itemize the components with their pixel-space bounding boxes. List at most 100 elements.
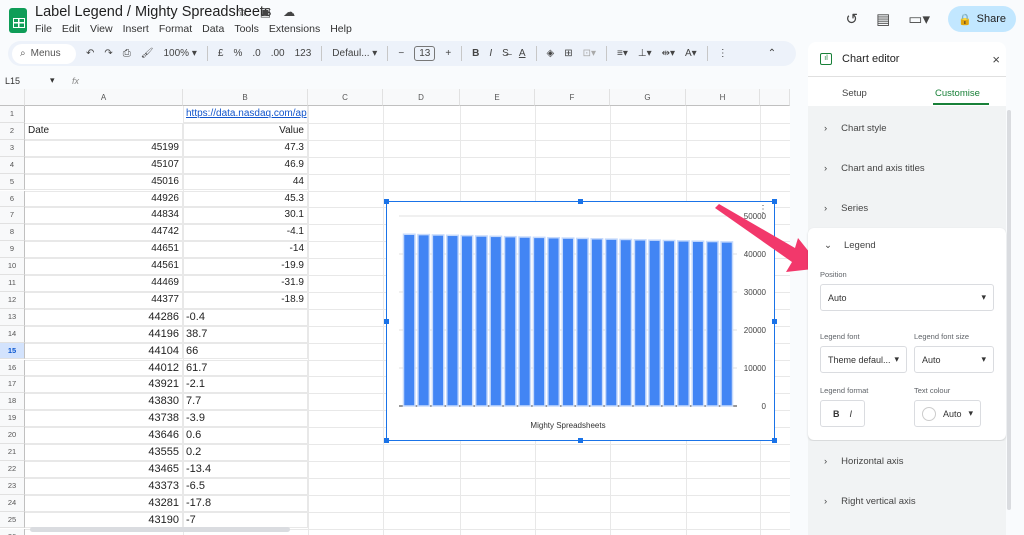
row-header[interactable]: 24: [0, 494, 25, 512]
name-box[interactable]: L15: [5, 76, 20, 86]
cell[interactable]: 47.3: [183, 139, 308, 157]
cell[interactable]: Date: [25, 122, 183, 140]
horizontal-scrollbar[interactable]: [30, 527, 290, 532]
row-header[interactable]: 13: [0, 308, 25, 326]
column-header[interactable]: A: [25, 89, 183, 106]
column-header[interactable]: G: [610, 89, 686, 106]
cell[interactable]: 38.7: [183, 325, 308, 343]
panel-scrollbar[interactable]: [1007, 110, 1011, 510]
cell[interactable]: 45016: [25, 173, 183, 191]
increase-decimal-button[interactable]: .00: [271, 48, 285, 59]
cell[interactable]: 44651: [25, 241, 183, 259]
cell[interactable]: 43281: [25, 494, 183, 512]
italic-button[interactable]: I: [489, 48, 492, 59]
percent-button[interactable]: %: [233, 48, 242, 59]
more-icon[interactable]: ⋮: [718, 48, 728, 59]
legend-font-select[interactable]: Theme defaul... ▾: [820, 346, 907, 373]
row-header[interactable]: 14: [0, 325, 25, 343]
close-icon[interactable]: ×: [992, 52, 1000, 67]
menu-view[interactable]: View: [90, 23, 113, 35]
row-header[interactable]: 16: [0, 359, 25, 377]
row-header[interactable]: 8: [0, 224, 25, 242]
fill-color-icon[interactable]: ◈: [547, 48, 555, 59]
column-header[interactable]: D: [383, 89, 460, 106]
redo-icon[interactable]: ↷: [104, 48, 112, 59]
cell[interactable]: 0.2: [183, 444, 308, 461]
text-color-icon[interactable]: A: [519, 48, 526, 59]
font-size-increase[interactable]: +: [445, 48, 451, 59]
row-header[interactable]: 2: [0, 122, 25, 140]
cell[interactable]: -6.5: [183, 477, 308, 495]
select-all-corner[interactable]: [0, 89, 25, 106]
row-header[interactable]: 25: [0, 511, 25, 529]
document-title[interactable]: Label Legend / Mighty Spreadsheets: [35, 4, 271, 20]
row-header[interactable]: 15: [0, 342, 25, 360]
column-header[interactable]: B: [183, 89, 308, 106]
cell[interactable]: 45107: [25, 156, 183, 174]
cell[interactable]: 43738: [25, 410, 183, 428]
resize-handle[interactable]: [578, 199, 583, 204]
meet-icon[interactable]: ▭▾: [908, 10, 930, 28]
row-header[interactable]: 20: [0, 427, 25, 444]
decrease-decimal-button[interactable]: .0: [252, 48, 260, 59]
column-header[interactable]: [760, 89, 790, 106]
cell[interactable]: 61.7: [183, 359, 308, 377]
cell[interactable]: 45.3: [183, 190, 308, 208]
cell[interactable]: Value: [183, 122, 308, 140]
resize-handle[interactable]: [384, 319, 389, 324]
menu-format[interactable]: Format: [159, 23, 192, 35]
section-series[interactable]: › Series: [808, 188, 1006, 228]
bold-button[interactable]: B: [472, 48, 479, 59]
collapse-toolbar-icon[interactable]: ⌃: [768, 48, 776, 59]
sheets-logo[interactable]: [9, 8, 27, 33]
cloud-status-icon[interactable]: ☁: [283, 5, 295, 19]
font-select[interactable]: Defaul... ▾: [332, 48, 377, 59]
cell[interactable]: -2.1: [183, 376, 308, 394]
cell[interactable]: 43921: [25, 376, 183, 394]
row-header[interactable]: 11: [0, 275, 25, 292]
menu-insert[interactable]: Insert: [123, 23, 149, 35]
menu-extensions[interactable]: Extensions: [269, 23, 320, 35]
resize-handle[interactable]: [384, 438, 389, 443]
number-format-button[interactable]: 123: [295, 48, 312, 59]
cell[interactable]: 44196: [25, 325, 183, 343]
text-colour-select[interactable]: Auto ▾: [914, 400, 981, 427]
row-header[interactable]: 9: [0, 241, 25, 259]
column-header[interactable]: F: [535, 89, 610, 106]
cell[interactable]: 44012: [25, 359, 183, 377]
search-menus[interactable]: ⌕ Menus: [12, 43, 76, 64]
cell[interactable]: -18.9: [183, 291, 308, 309]
column-header[interactable]: E: [460, 89, 535, 106]
row-header[interactable]: 10: [0, 258, 25, 275]
strikethrough-icon[interactable]: S̶: [502, 48, 509, 59]
share-button[interactable]: 🔒 Share: [948, 6, 1016, 32]
cell[interactable]: 43646: [25, 427, 183, 444]
menu-edit[interactable]: Edit: [62, 23, 80, 35]
menu-file[interactable]: File: [35, 23, 52, 35]
cell[interactable]: 30.1: [183, 207, 308, 225]
legend-font-size-select[interactable]: Auto ▾: [914, 346, 994, 373]
section-chart-style[interactable]: › Chart style: [808, 108, 1006, 148]
history-icon[interactable]: ↺: [846, 10, 859, 28]
cell[interactable]: -17.8: [183, 494, 308, 512]
cell[interactable]: 43190: [25, 511, 183, 529]
undo-icon[interactable]: ↶: [86, 48, 94, 59]
menu-help[interactable]: Help: [330, 23, 352, 35]
row-header[interactable]: 5: [0, 173, 25, 191]
align-icon[interactable]: ≡▾: [617, 48, 628, 59]
cell[interactable]: -4.1: [183, 224, 308, 242]
italic-button[interactable]: I: [849, 409, 852, 419]
menu-data[interactable]: Data: [202, 23, 224, 35]
cell[interactable]: 44286: [25, 308, 183, 326]
font-size-input[interactable]: 13: [414, 46, 436, 61]
menu-tools[interactable]: Tools: [234, 23, 259, 35]
paint-format-icon[interactable]: 🖌: [141, 48, 154, 59]
legend-header[interactable]: ⌄ Legend: [824, 240, 876, 251]
resize-handle[interactable]: [772, 438, 777, 443]
cell[interactable]: 43555: [25, 444, 183, 461]
merge-cells-icon[interactable]: ⊡▾: [583, 48, 596, 59]
row-header[interactable]: 6: [0, 190, 25, 208]
cell[interactable]: 66: [183, 342, 308, 360]
rotate-icon[interactable]: A▾: [685, 48, 697, 59]
cell[interactable]: 46.9: [183, 156, 308, 174]
